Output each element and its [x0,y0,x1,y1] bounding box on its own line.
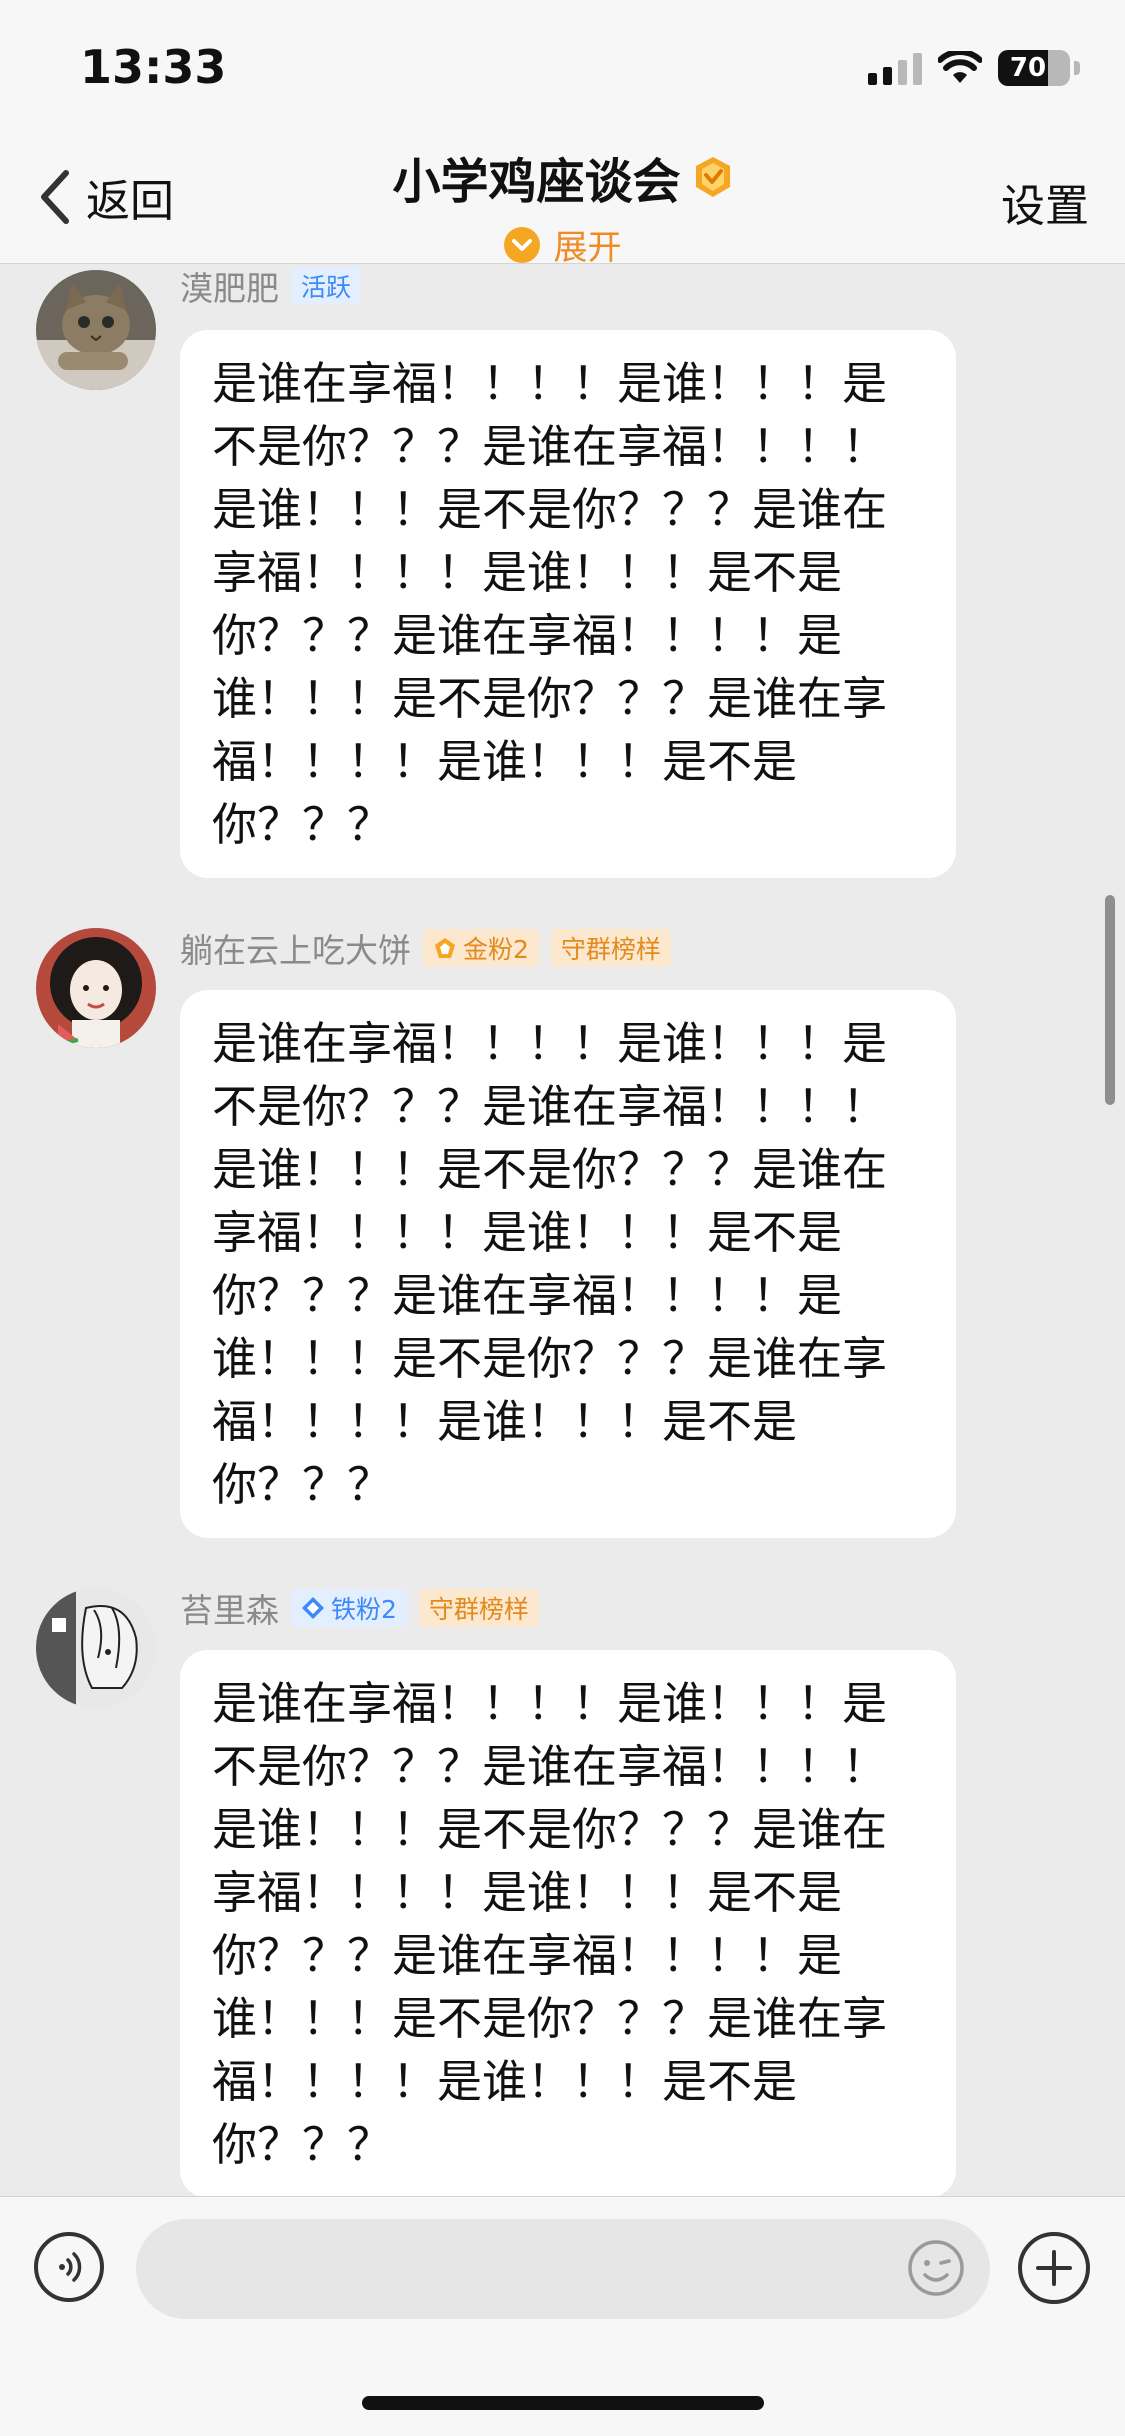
wifi-icon [938,51,982,83]
expand-label: 展开 [553,228,622,268]
nav-title-area: 小学鸡座谈会 展开 [0,142,1125,269]
avatar[interactable] [36,1588,156,1708]
sketch-avatar-icon [36,1588,156,1708]
iron-fan-icon [302,1597,324,1619]
more-options-button[interactable] [1018,2232,1090,2304]
gold-fan-icon [435,938,455,958]
message-input[interactable] [136,2219,990,2319]
status-bar: 13:33 70 [0,0,1125,130]
emoji-button[interactable] [905,2237,967,2299]
scroll-indicator[interactable] [1105,895,1115,1105]
sender-name[interactable]: 躺在云上吃大饼 [180,924,411,972]
sender-name[interactable]: 漠肥肥 [180,262,279,310]
guard-badge: 守群榜样 [418,1589,539,1627]
girl-avatar-icon [36,928,156,1048]
group-title-text: 小学鸡座谈会 [392,154,681,210]
iron-fan-label: 铁粉2 [331,1595,397,1624]
expand-button[interactable]: 展开 [503,220,622,269]
battery-level: 70 [1009,53,1047,83]
gold-fan-badge: 金粉2 [423,929,539,967]
battery-tip [1074,61,1080,75]
sender-row: 漠肥肥 活跃 [180,262,362,310]
avatar[interactable] [36,270,156,390]
cellular-signal-icon [868,51,922,85]
message-bubble[interactable]: 是谁在享福！！！！是谁！！！是不是你？？？是谁在享福！！！！是谁！！！是不是你？… [180,990,956,1538]
sender-name[interactable]: 苔里森 [180,1584,279,1632]
status-time: 13:33 [80,40,227,94]
chevron-down-icon [503,226,540,263]
guard-badge: 守群榜样 [550,929,671,967]
emoji-icon [908,2240,964,2296]
group-title[interactable]: 小学鸡座谈会 [392,142,732,212]
verified-group-icon [695,157,730,197]
battery-icon: 70 [998,50,1070,86]
avatar[interactable] [36,928,156,1048]
plus-icon [1036,2250,1072,2286]
settings-button[interactable]: 设置 [1001,170,1089,234]
gold-fan-label: 金粉2 [463,935,529,964]
active-badge: 活跃 [291,267,362,305]
sender-row: 苔里森 铁粉2 守群榜样 [180,1586,539,1630]
iron-fan-badge: 铁粉2 [291,1589,407,1627]
voice-input-button[interactable] [34,2232,104,2302]
sender-row: 躺在云上吃大饼 金粉2 守群榜样 [180,926,671,970]
nav-bar: 返回 小学鸡座谈会 展开 设置 [0,130,1125,268]
voice-icon [59,2252,82,2282]
message-bubble[interactable]: 是谁在享福！！！！是谁！！！是不是你？？？是谁在享福！！！！是谁！！！是不是你？… [180,330,956,878]
home-indicator[interactable] [362,2396,764,2410]
cat-avatar-icon [36,270,156,390]
message-bubble[interactable]: 是谁在享福！！！！是谁！！！是不是你？？？是谁在享福！！！！是谁！！！是不是你？… [180,1650,956,2198]
status-icons: 70 [868,46,1080,90]
